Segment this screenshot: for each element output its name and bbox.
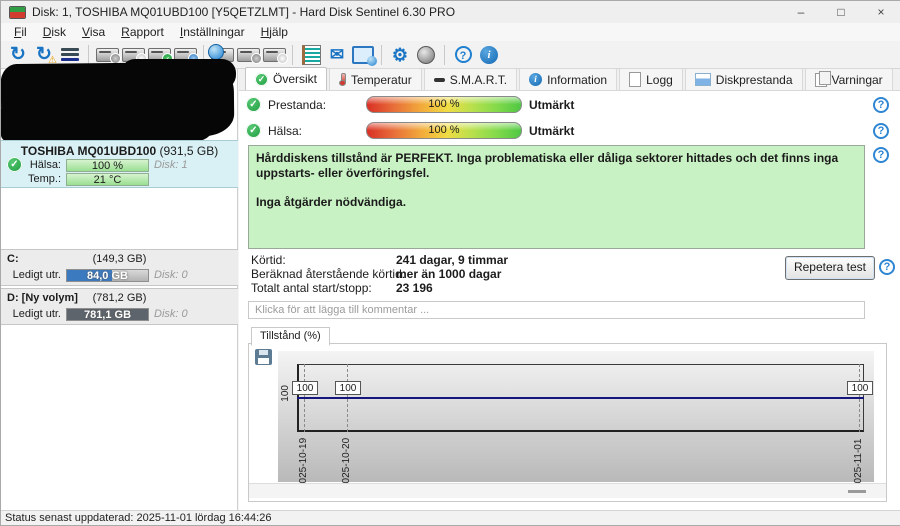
disk-eject-icon[interactable] (235, 43, 262, 67)
health-meter: 100 % (366, 122, 522, 139)
thermometer-icon (339, 73, 347, 86)
help-icon[interactable]: ? (873, 147, 889, 163)
y-axis-tick-label: 100 (280, 385, 291, 402)
performance-rating: Utmärkt (529, 98, 575, 112)
menu-bar: Fil Disk Visa Rapport Inställningar Hjäl… (1, 23, 900, 41)
minimize-button[interactable]: – (781, 1, 821, 23)
help-icon[interactable]: ? (873, 123, 889, 139)
email-icon[interactable]: ✉ (324, 43, 350, 67)
data-point-label: 100 (292, 381, 318, 395)
settings-gear-icon[interactable]: ⚙ (387, 43, 413, 67)
app-window: Disk: 1, TOSHIBA MQ01UBD100 [Y5QETZLMT] … (0, 0, 900, 526)
disk-health-label: Hälsa: (29, 159, 61, 171)
health-label: Hälsa: (268, 124, 303, 138)
chart-series-line (297, 397, 864, 399)
stat-row-remaining: Beräknad återstående körtid: mer än 1000… (251, 267, 502, 281)
menu-fil[interactable]: Fil (7, 24, 34, 40)
menu-visa[interactable]: Visa (75, 24, 112, 40)
free-space-bar: 84,0 GB (66, 269, 149, 282)
disk-title: TOSHIBA MQ01UBD100 (931,5 GB) (20, 144, 219, 158)
x-axis-date-label: 2025-10-20 (341, 437, 352, 489)
help-icon[interactable]: ? (450, 43, 476, 67)
health-row: ✓ Hälsa: 100 % Utmärkt ? (239, 122, 900, 140)
health-rating: Utmärkt (529, 124, 575, 138)
disk-temp-bar: 21 °C (66, 173, 149, 186)
disk-number-badge: Disk: 1 (154, 159, 188, 171)
app-icon (9, 5, 26, 19)
performance-meter: 100 % (366, 96, 522, 113)
x-axis-date-label: 2025-11-01 (853, 438, 864, 489)
log-icon (629, 72, 642, 87)
ok-icon: ✓ (246, 123, 261, 138)
tab-varningar[interactable]: Varningar (804, 68, 893, 90)
redaction-marker (121, 59, 236, 89)
status-bar: Status senast uppdaterad: 2025-11-01 lör… (1, 510, 900, 525)
repeat-test-button[interactable]: Repetera test (785, 256, 875, 280)
disk-list-item-selected[interactable]: ✓ TOSHIBA MQ01UBD100 (931,5 GB) Hälsa: 1… (1, 140, 238, 188)
menu-installningar[interactable]: Inställningar (173, 24, 252, 40)
chart-icon (694, 73, 711, 86)
health-history-chart: 100 100 100 100 2025-10-19 2025-10-20 20… (248, 343, 887, 502)
network-icon[interactable] (350, 43, 377, 67)
chart-tab-tillstand[interactable]: Tillstånd (%) (251, 327, 330, 346)
redaction-marker (1, 109, 215, 141)
refresh-icon[interactable]: ↻ (5, 43, 31, 67)
health-message-line1: Hårddiskens tillstånd är PERFEKT. Inga p… (256, 151, 839, 180)
tab-diskprestanda[interactable]: Diskprestanda (684, 68, 803, 90)
window-title: Disk: 1, TOSHIBA MQ01UBD100 [Y5QETZLMT] … (32, 5, 456, 19)
performance-row: ✓ Prestanda: 100 % Utmärkt ? (239, 96, 900, 114)
performance-label: Prestanda: (268, 98, 327, 112)
tab-oversikt[interactable]: ✓ Översikt (245, 67, 328, 90)
menu-disk[interactable]: Disk (36, 24, 73, 40)
ok-icon: ✓ (246, 97, 261, 112)
data-point-label: 100 (335, 381, 361, 395)
smart-icon (433, 77, 445, 82)
partition-c-item[interactable]: C: (149,3 GB) Ledigt utr. 84,0 GB Disk: … (1, 249, 238, 286)
disk-list-sidebar: ✓ TOSHIBA MQ01UBD100 (931,5 GB) Hälsa: 1… (1, 59, 238, 510)
disk-connect-icon[interactable] (261, 43, 288, 67)
disk-health-bar: 100 % (66, 159, 149, 172)
free-space-bar: 781,1 GB (66, 308, 149, 321)
help-icon[interactable]: ? (873, 97, 889, 113)
title-bar: Disk: 1, TOSHIBA MQ01UBD100 [Y5QETZLMT] … (1, 1, 900, 23)
tab-temperatur[interactable]: Temperatur (329, 68, 422, 90)
warnings-icon (814, 70, 831, 87)
partition-d-item[interactable]: D: [Ny volym] (781,2 GB) Ledigt utr. 781… (1, 288, 238, 325)
close-button[interactable]: × (861, 1, 900, 23)
disk-number-badge: Disk: 0 (154, 308, 188, 320)
tab-bar: ✓ Översikt Temperatur S.M.A.R.T. i Informa… (239, 67, 900, 91)
sound-icon[interactable] (413, 43, 439, 67)
stat-row-start-stop: Totalt antal start/stopp: 23 196 (251, 281, 433, 295)
menu-hjalp[interactable]: Hjälp (254, 24, 295, 40)
report-icon[interactable] (298, 43, 324, 67)
menu-rapport[interactable]: Rapport (114, 24, 171, 40)
tab-smart[interactable]: S.M.A.R.T. (423, 68, 518, 90)
stat-row-powered-on: Körtid: 241 dagar, 9 timmar (251, 253, 509, 267)
save-chart-icon[interactable] (255, 349, 272, 365)
data-point-label: 100 (847, 381, 873, 395)
comment-input[interactable]: Klicka för att lägga till kommentar ... (248, 301, 865, 319)
check-icon: ✓ (255, 72, 268, 86)
disk-temp-label: Temp.: (27, 173, 61, 185)
main-panel: ✓ Översikt Temperatur S.M.A.R.T. i Informa… (239, 67, 900, 510)
disk-number-badge: Disk: 0 (154, 269, 188, 281)
help-icon[interactable]: ? (879, 259, 895, 275)
health-message-box: Hårddiskens tillstånd är PERFEKT. Inga p… (248, 145, 865, 249)
chart-horizontal-scrollbar[interactable] (249, 483, 886, 498)
info-icon: i (529, 73, 543, 86)
health-message-line2: Inga åtgärder nödvändiga. (256, 195, 407, 209)
tab-information[interactable]: i Information (519, 68, 618, 90)
maximize-button[interactable]: □ (821, 1, 861, 23)
x-axis-date-label: 2025-10-19 (298, 437, 309, 489)
chart-plot-area: 100 100 100 100 2025-10-19 2025-10-20 20… (278, 351, 874, 489)
info-icon[interactable]: i (476, 43, 502, 67)
tab-logg[interactable]: Logg (619, 68, 683, 90)
